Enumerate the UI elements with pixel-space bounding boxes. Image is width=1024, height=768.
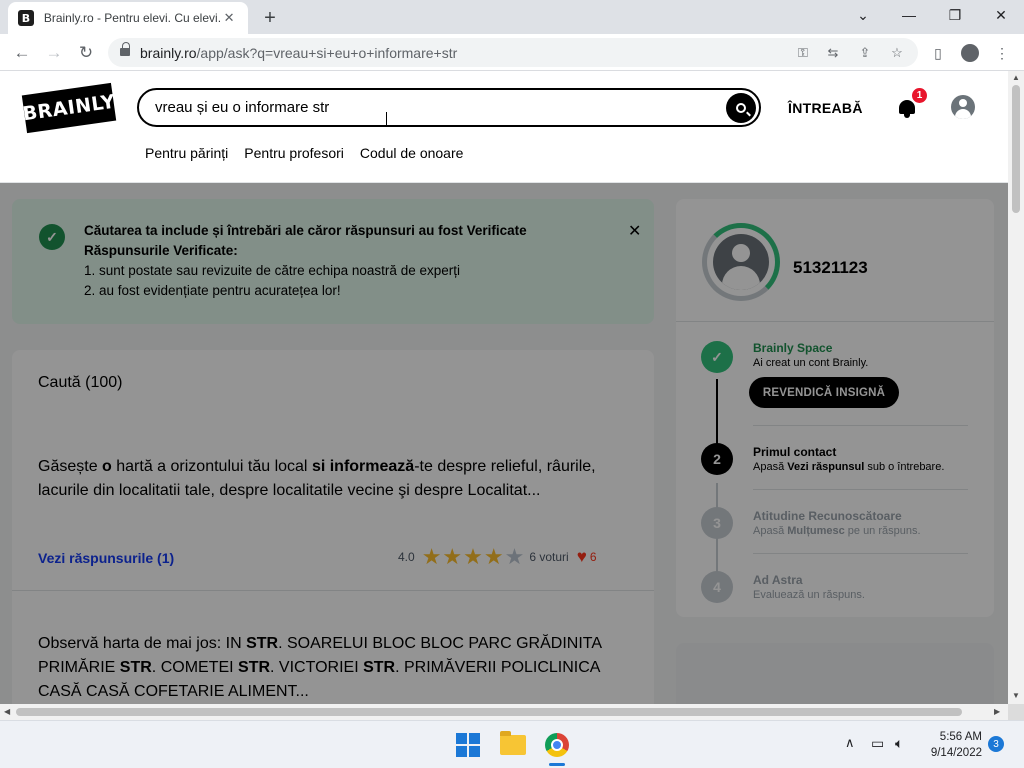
site-header: BRAINLY vreau și eu o informare str ÎNTR… (0, 71, 1008, 183)
user-avatar[interactable] (951, 95, 975, 119)
profile-icon[interactable] (960, 43, 980, 63)
translate-icon[interactable]: ⇆ (824, 44, 842, 62)
search-input-value: vreau și eu o informare str (155, 99, 330, 116)
browser-tab-strip: B Brainly.ro - Pentru elevi. Cu elevi. ✕… (0, 0, 1024, 34)
ask-question-link[interactable]: ÎNTREABĂ (788, 100, 863, 116)
browser-tab[interactable]: B Brainly.ro - Pentru elevi. Cu elevi. ✕ (8, 2, 248, 34)
chrome-menu-icon[interactable]: ⋮ (992, 43, 1012, 63)
address-bar[interactable]: brainly.ro/app/ask?q=vreau+si+eu+o+infor… (108, 38, 918, 67)
tray-overflow-chevron-icon[interactable]: ∧ (845, 735, 855, 751)
secondary-nav: Pentru părinți Pentru profesori Codul de… (145, 145, 463, 161)
url-text: brainly.ro/app/ask?q=vreau+si+eu+o+infor… (140, 44, 458, 61)
lock-icon[interactable] (120, 42, 130, 58)
key-icon[interactable]: ⚿ (794, 44, 812, 62)
scrollbar-corner (1008, 704, 1024, 720)
new-tab-plus-icon[interactable]: + (258, 6, 282, 30)
search-input[interactable]: vreau și eu o informare str (137, 88, 761, 127)
scroll-left-arrow-icon[interactable]: ◀ (4, 707, 10, 716)
brainly-favicon-icon: B (18, 10, 34, 26)
share-icon[interactable]: ⇪ (856, 44, 874, 62)
web-page: BRAINLY vreau și eu o informare str ÎNTR… (0, 71, 1008, 704)
scroll-down-arrow-icon[interactable]: ▼ (1012, 691, 1020, 700)
minimize-icon[interactable]: — (886, 0, 932, 30)
nav-link-honor-code[interactable]: Codul de onoare (360, 145, 464, 161)
brainly-logo[interactable]: BRAINLY (21, 82, 117, 134)
restore-icon[interactable]: ❐ (932, 0, 978, 30)
windows-start-icon[interactable] (456, 733, 480, 757)
windows-taskbar: ∧ ▭ 🔈︎ 5:56 AM 9/14/2022 3 (0, 720, 1024, 768)
reload-icon[interactable]: ↻ (72, 39, 100, 67)
modal-dim-overlay[interactable] (0, 183, 1008, 704)
window-close-icon[interactable]: ✕ (978, 0, 1024, 30)
nav-link-teachers[interactable]: Pentru profesori (244, 145, 344, 161)
forward-arrow-icon[interactable]: → (40, 39, 68, 67)
network-icon[interactable]: ▭ (871, 735, 884, 752)
vertical-scroll-thumb[interactable] (1012, 85, 1020, 213)
notification-badge: 1 (912, 88, 927, 103)
scroll-right-arrow-icon[interactable]: ▶ (994, 707, 1000, 716)
file-explorer-icon[interactable] (500, 731, 526, 755)
bookmark-star-icon[interactable]: ☆ (888, 44, 906, 62)
chrome-app-icon[interactable] (545, 733, 569, 757)
system-clock[interactable]: 5:56 AM 9/14/2022 (920, 729, 982, 761)
horizontal-scrollbar[interactable]: ◀ ▶ (0, 704, 1008, 720)
horizontal-scroll-thumb[interactable] (16, 708, 962, 716)
vertical-scrollbar[interactable]: ▲ ▼ (1008, 71, 1024, 704)
nav-link-parents[interactable]: Pentru părinți (145, 145, 228, 161)
tab-title: Brainly.ro - Pentru elevi. Cu elevi. (43, 11, 221, 25)
scroll-up-arrow-icon[interactable]: ▲ (1012, 73, 1020, 82)
search-button[interactable] (726, 93, 756, 123)
tab-search-chevron-icon[interactable]: ⌄ (840, 0, 886, 30)
text-cursor-icon (386, 112, 394, 126)
back-arrow-icon[interactable]: ← (8, 39, 36, 67)
side-panel-icon[interactable]: ▯ (928, 43, 948, 63)
browser-toolbar: ← → ↻ brainly.ro/app/ask?q=vreau+si+eu+o… (0, 34, 1024, 71)
notification-center-badge[interactable]: 3 (988, 736, 1004, 752)
active-app-indicator (549, 763, 565, 766)
volume-icon[interactable]: 🔈︎ (895, 735, 903, 752)
search-icon (736, 103, 746, 113)
tab-close-icon[interactable]: ✕ (220, 9, 238, 27)
